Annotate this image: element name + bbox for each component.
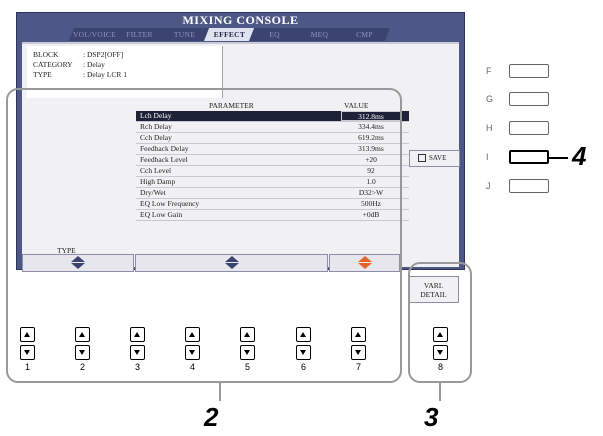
up-triangle-icon [355, 332, 361, 337]
button-label-5: 5 [244, 362, 250, 372]
down-triangle-icon [189, 350, 195, 355]
side-label-i: I [486, 152, 489, 162]
button-8-down[interactable] [433, 345, 448, 360]
up-triangle-icon [79, 332, 85, 337]
up-triangle-icon [437, 332, 443, 337]
button-7-up[interactable] [351, 327, 366, 342]
tab-meq[interactable]: MEQ [294, 28, 345, 41]
side-button-i[interactable] [509, 150, 549, 164]
side-button-j[interactable] [509, 179, 549, 193]
side-button-g[interactable] [509, 92, 549, 106]
tab-bar: VOL/VOICE FILTER TUNE EFFECT EQ MEQ CMP [69, 28, 390, 41]
down-triangle-icon [79, 350, 85, 355]
up-triangle-icon [24, 332, 30, 337]
callout-leader-2 [219, 383, 221, 401]
side-button-f[interactable] [509, 64, 549, 78]
button-1-up[interactable] [20, 327, 35, 342]
up-triangle-icon [300, 332, 306, 337]
button-2-down[interactable] [75, 345, 90, 360]
down-triangle-icon [244, 350, 250, 355]
up-triangle-icon [244, 332, 250, 337]
button-label-4: 4 [189, 362, 195, 372]
button-label-8: 8 [437, 362, 443, 372]
button-7-down[interactable] [351, 345, 366, 360]
category-info: CATEGORY: Delay [33, 60, 105, 69]
callout-step-4: 4 [572, 141, 587, 171]
up-triangle-icon [134, 332, 140, 337]
save-button[interactable]: SAVE [409, 150, 460, 167]
save-icon [418, 154, 426, 163]
tab-vol-voice[interactable]: VOL/VOICE [69, 28, 120, 41]
side-label-f: F [486, 66, 492, 76]
button-6-up[interactable] [296, 327, 311, 342]
up-triangle-icon [189, 332, 195, 337]
button-2-up[interactable] [75, 327, 90, 342]
button-label-3: 3 [134, 362, 140, 372]
down-triangle-icon [355, 350, 361, 355]
down-triangle-icon [300, 350, 306, 355]
button-4-up[interactable] [185, 327, 200, 342]
tab-filter[interactable]: FILTER [114, 28, 165, 41]
down-triangle-icon [134, 350, 140, 355]
side-label-j: J [486, 181, 491, 191]
button-label-1: 1 [24, 362, 30, 372]
callout-leader-line [549, 157, 568, 159]
button-5-up[interactable] [240, 327, 255, 342]
button-5-down[interactable] [240, 345, 255, 360]
side-label-g: G [486, 94, 494, 104]
callout-leader-3 [439, 383, 441, 401]
button-3-down[interactable] [130, 345, 145, 360]
callout-step-2: 2 [204, 402, 219, 432]
button-6-down[interactable] [296, 345, 311, 360]
button-3-up[interactable] [130, 327, 145, 342]
side-label-h: H [486, 123, 493, 133]
tab-tune[interactable]: TUNE [159, 28, 210, 41]
screen-title: MIXING CONSOLE [182, 13, 299, 27]
side-button-h[interactable] [509, 121, 549, 135]
button-1-down[interactable] [20, 345, 35, 360]
down-triangle-icon [24, 350, 30, 355]
type-info: TYPE: Delay LCR 1 [33, 70, 127, 79]
button-8-up[interactable] [433, 327, 448, 342]
callout-step-3: 3 [424, 402, 439, 432]
tab-cmp[interactable]: CMP [339, 28, 390, 41]
button-label-2: 2 [79, 362, 85, 372]
tab-effect[interactable]: EFFECT [204, 28, 255, 41]
button-4-down[interactable] [185, 345, 200, 360]
tab-eq[interactable]: EQ [249, 28, 300, 41]
button-label-7: 7 [355, 362, 361, 372]
block-info: BLOCK: DSP2[OFF] [33, 50, 124, 59]
button-label-6: 6 [300, 362, 306, 372]
buttons-1-7-frame [6, 88, 402, 383]
down-triangle-icon [437, 350, 443, 355]
